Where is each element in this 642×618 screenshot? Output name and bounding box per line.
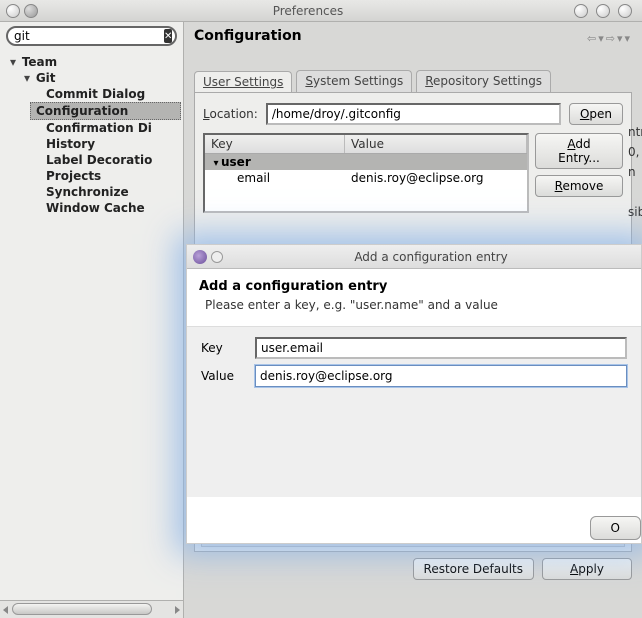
- column-header-key[interactable]: Key: [205, 135, 345, 153]
- tree-node[interactable]: History: [30, 136, 181, 152]
- add-entry-button[interactable]: Add Entry...: [535, 133, 623, 169]
- tree-node[interactable]: Configuration: [30, 102, 181, 120]
- dialog-title: Add a configuration entry: [227, 250, 635, 264]
- clear-search-icon[interactable]: ✕: [164, 29, 172, 43]
- add-entry-dialog: Add a configuration entry Add a configur…: [186, 244, 642, 544]
- chevron-down-icon[interactable]: ▾: [8, 55, 18, 69]
- window-close[interactable]: [618, 4, 632, 18]
- tree-node-git[interactable]: ▾ Git: [16, 70, 181, 86]
- location-label: Location:: [203, 107, 258, 121]
- tree-node[interactable]: Label Decoratio: [30, 152, 181, 168]
- open-button[interactable]: Open: [569, 103, 623, 125]
- table-row[interactable]: ▾user: [205, 154, 527, 170]
- apply-button[interactable]: Apply: [542, 558, 632, 580]
- tree-node[interactable]: Synchronize: [30, 184, 181, 200]
- config-table[interactable]: Key Value ▾user email denis.roy@eclipse.…: [203, 133, 529, 213]
- nav-history: ⇦▾ ⇨▾ ▾: [587, 32, 630, 45]
- tab[interactable]: User Settings: [194, 71, 292, 93]
- key-input[interactable]: [255, 337, 627, 359]
- preferences-sidebar: ✕ ▾ Team ▾ Git Commit DialogConfiguratio…: [0, 22, 184, 618]
- scrollbar-thumb[interactable]: [12, 603, 152, 615]
- tree-node[interactable]: Projects: [30, 168, 181, 184]
- window-button[interactable]: [6, 4, 20, 18]
- location-input[interactable]: [266, 103, 561, 125]
- window-titlebar: Preferences: [0, 0, 642, 22]
- tree-node[interactable]: Window Cache: [30, 200, 181, 216]
- dialog-heading: Add a configuration entry: [199, 279, 629, 294]
- key-label: Key: [201, 341, 245, 355]
- value-label: Value: [201, 369, 245, 383]
- preferences-tree[interactable]: ▾ Team ▾ Git Commit DialogConfigurationC…: [0, 50, 183, 600]
- dialog-subtext: Please enter a key, e.g. "user.name" and…: [199, 298, 629, 312]
- search-input[interactable]: [14, 29, 164, 43]
- eclipse-icon: [193, 250, 207, 264]
- tree-node[interactable]: Confirmation Di: [30, 120, 181, 136]
- window-title: Preferences: [42, 4, 574, 18]
- dialog-button[interactable]: [211, 251, 223, 263]
- tabs: User SettingsSystem SettingsRepository S…: [194, 70, 632, 92]
- tab[interactable]: System Settings: [296, 70, 412, 92]
- tab[interactable]: Repository Settings: [416, 70, 551, 92]
- chevron-down-icon[interactable]: ▾: [211, 158, 221, 169]
- page-title: Configuration: [194, 28, 632, 44]
- chevron-down-icon[interactable]: ▾: [22, 71, 32, 85]
- window-maximize[interactable]: [596, 4, 610, 18]
- tree-node-team[interactable]: ▾ Team: [2, 54, 181, 70]
- back-icon[interactable]: ⇦: [587, 32, 596, 45]
- restore-defaults-button[interactable]: Restore Defaults: [413, 558, 534, 580]
- column-header-value[interactable]: Value: [345, 135, 527, 153]
- tree-node[interactable]: Commit Dialog: [30, 86, 181, 102]
- dialog-titlebar: Add a configuration entry: [187, 245, 641, 269]
- window-minimize[interactable]: [574, 4, 588, 18]
- window-button[interactable]: [24, 4, 38, 18]
- table-row[interactable]: email denis.roy@eclipse.org: [205, 170, 527, 186]
- filter-search[interactable]: ✕: [6, 26, 177, 46]
- remove-button[interactable]: Remove: [535, 175, 623, 197]
- value-input[interactable]: [255, 365, 627, 387]
- ok-button[interactable]: O: [590, 516, 641, 540]
- horizontal-scrollbar[interactable]: [0, 600, 183, 618]
- forward-icon[interactable]: ⇨: [606, 32, 615, 45]
